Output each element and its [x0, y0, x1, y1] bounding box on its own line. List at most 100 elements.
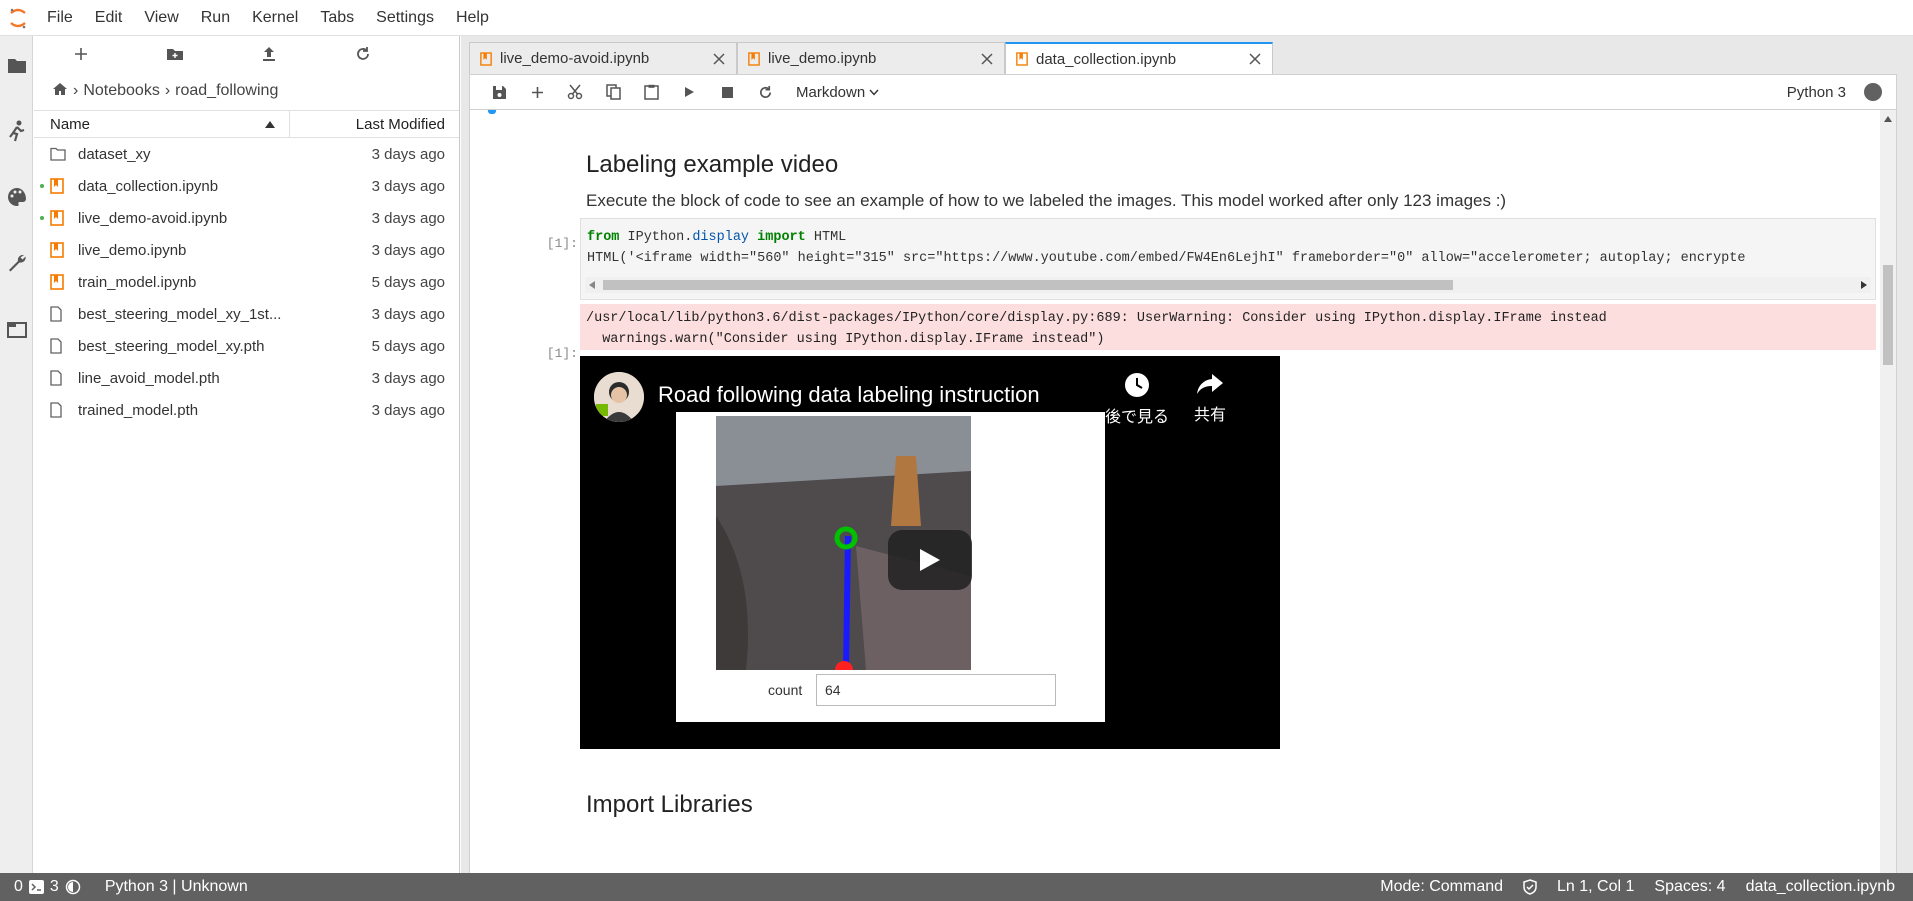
cut-icon[interactable] — [556, 77, 594, 107]
palette-icon[interactable] — [0, 180, 33, 214]
heading-import-libraries: Import Libraries — [586, 791, 753, 818]
video-title[interactable]: Road following data labeling instruction — [658, 382, 1040, 408]
menu-tabs[interactable]: Tabs — [309, 0, 365, 36]
status-bar: 0 3 Python 3 | Unknown Mode: Command Ln … — [0, 873, 1913, 901]
copy-icon[interactable] — [594, 77, 632, 107]
file-icon — [50, 402, 74, 418]
add-cell-icon[interactable] — [518, 77, 556, 107]
kernel-status-icon — [1864, 83, 1882, 101]
list-item[interactable]: best_steering_model_xy_1st... 3 days ago — [34, 298, 459, 330]
cell-type-select[interactable]: Markdown — [796, 84, 879, 101]
menu-help[interactable]: Help — [445, 0, 500, 36]
file-list-header: Name Last Modified — [34, 110, 459, 138]
trusted-icon[interactable] — [1523, 879, 1537, 895]
horizontal-scrollbar[interactable] — [585, 277, 1871, 293]
heading-labeling-example: Labeling example video — [586, 151, 839, 178]
mode-indicator: Mode: Command — [1380, 878, 1504, 895]
folder-icon[interactable] — [0, 48, 33, 82]
terminal-icon — [28, 880, 44, 894]
file-icon — [50, 306, 74, 322]
stop-icon[interactable] — [708, 77, 746, 107]
scrollbar-thumb[interactable] — [603, 280, 1453, 290]
menu-kernel[interactable]: Kernel — [241, 0, 309, 36]
scroll-up-icon[interactable] — [1884, 116, 1892, 122]
list-item[interactable]: line_avoid_model.pth 3 days ago — [34, 362, 459, 394]
terminal-count[interactable]: 0 3 — [14, 878, 81, 896]
file-browser: › Notebooks › road_following Name Last M… — [34, 36, 460, 873]
watch-later-button[interactable]: 後で見る — [1102, 372, 1172, 427]
home-icon[interactable] — [52, 82, 68, 101]
menu-settings[interactable]: Settings — [365, 0, 445, 36]
menu-view[interactable]: View — [133, 0, 189, 36]
code-line: HTML('<iframe width="560" height="315" s… — [587, 251, 1746, 266]
close-icon[interactable] — [980, 52, 994, 66]
menu-run[interactable]: Run — [190, 0, 241, 36]
list-item[interactable]: best_steering_model_xy.pth 5 days ago — [34, 330, 459, 362]
chevron-down-icon — [869, 89, 879, 96]
running-icon[interactable] — [0, 114, 33, 148]
wrench-icon[interactable] — [0, 246, 33, 280]
run-icon[interactable] — [670, 77, 708, 107]
play-icon — [920, 549, 940, 571]
menu-file[interactable]: File — [36, 0, 84, 36]
scroll-left-icon[interactable] — [588, 281, 596, 289]
notebook-icon — [50, 178, 74, 194]
input-prompt: [1]: — [546, 236, 578, 251]
notebook-toolbar: Markdown Python 3 — [469, 74, 1897, 110]
vertical-scrollbar[interactable] — [1880, 110, 1896, 899]
breadcrumb-road-following[interactable]: road_following — [175, 82, 278, 100]
running-indicator — [40, 184, 44, 188]
upload-icon[interactable] — [222, 36, 316, 72]
code-editor[interactable]: from IPython.display import HTML HTML('<… — [587, 227, 1871, 269]
tab-live-demo-avoid[interactable]: live_demo-avoid.ipynb — [469, 42, 737, 74]
new-folder-icon[interactable] — [128, 36, 222, 72]
list-item[interactable]: live_demo-avoid.ipynb 3 days ago — [34, 202, 459, 234]
code-cell[interactable]: from IPython.display import HTML HTML('<… — [580, 218, 1876, 300]
column-name[interactable]: Name — [34, 111, 290, 137]
current-file: data_collection.ipynb — [1745, 878, 1895, 895]
channel-avatar[interactable] — [594, 372, 644, 422]
list-item[interactable]: live_demo.ipynb 3 days ago — [34, 234, 459, 266]
tab-data-collection[interactable]: data_collection.ipynb — [1005, 42, 1273, 74]
save-icon[interactable] — [480, 77, 518, 107]
scrollbar-thumb[interactable] — [1883, 265, 1893, 365]
paste-icon[interactable] — [632, 77, 670, 107]
stderr-output: /usr/local/lib/python3.6/dist-packages/I… — [580, 304, 1876, 350]
kernel-name[interactable]: Python 3 — [1787, 84, 1846, 101]
file-browser-toolbar — [34, 36, 459, 72]
indent-spaces[interactable]: Spaces: 4 — [1654, 878, 1725, 896]
jupyter-logo-icon — [0, 0, 36, 36]
count-field: 64 — [816, 674, 1056, 706]
clock-icon — [1125, 373, 1149, 397]
notebook-icon — [480, 51, 492, 66]
notebook-icon — [50, 274, 74, 290]
list-item[interactable]: trained_model.pth 3 days ago — [34, 394, 459, 426]
refresh-icon[interactable] — [316, 36, 410, 72]
new-launcher-icon[interactable] — [34, 36, 128, 72]
share-arrow-icon — [1197, 374, 1223, 394]
close-icon[interactable] — [712, 52, 726, 66]
list-item[interactable]: train_model.ipynb 5 days ago — [34, 266, 459, 298]
youtube-embed[interactable]: Road following data labeling instruction… — [580, 356, 1280, 749]
breadcrumb-notebooks[interactable]: Notebooks — [83, 82, 160, 100]
restart-icon[interactable] — [746, 77, 784, 107]
file-list: dataset_xy 3 days ago data_collection.ip… — [34, 138, 459, 426]
list-item[interactable]: data_collection.ipynb 3 days ago — [34, 170, 459, 202]
close-icon[interactable] — [1248, 52, 1262, 66]
notebook-panel[interactable]: Labeling example video Execute the block… — [469, 110, 1897, 900]
tab-bar: live_demo-avoid.ipynb live_demo.ipynb da… — [469, 42, 1273, 74]
kernel-status[interactable]: Python 3 | Unknown — [105, 878, 248, 896]
share-button[interactable]: 共有 — [1175, 372, 1245, 425]
scroll-right-icon[interactable] — [1860, 281, 1868, 289]
markdown-paragraph: Execute the block of code to see an exam… — [586, 191, 1507, 210]
kernel-icon — [65, 879, 81, 895]
tab-live-demo[interactable]: live_demo.ipynb — [737, 42, 1005, 74]
main-area: live_demo-avoid.ipynb live_demo.ipynb da… — [461, 36, 1913, 900]
menu-edit[interactable]: Edit — [84, 0, 134, 36]
folder-icon — [50, 147, 74, 161]
cursor-position[interactable]: Ln 1, Col 1 — [1557, 878, 1634, 896]
tabs-icon[interactable] — [0, 312, 33, 346]
column-last-modified[interactable]: Last Modified — [290, 116, 459, 133]
play-button[interactable] — [888, 530, 972, 590]
list-item[interactable]: dataset_xy 3 days ago — [34, 138, 459, 170]
